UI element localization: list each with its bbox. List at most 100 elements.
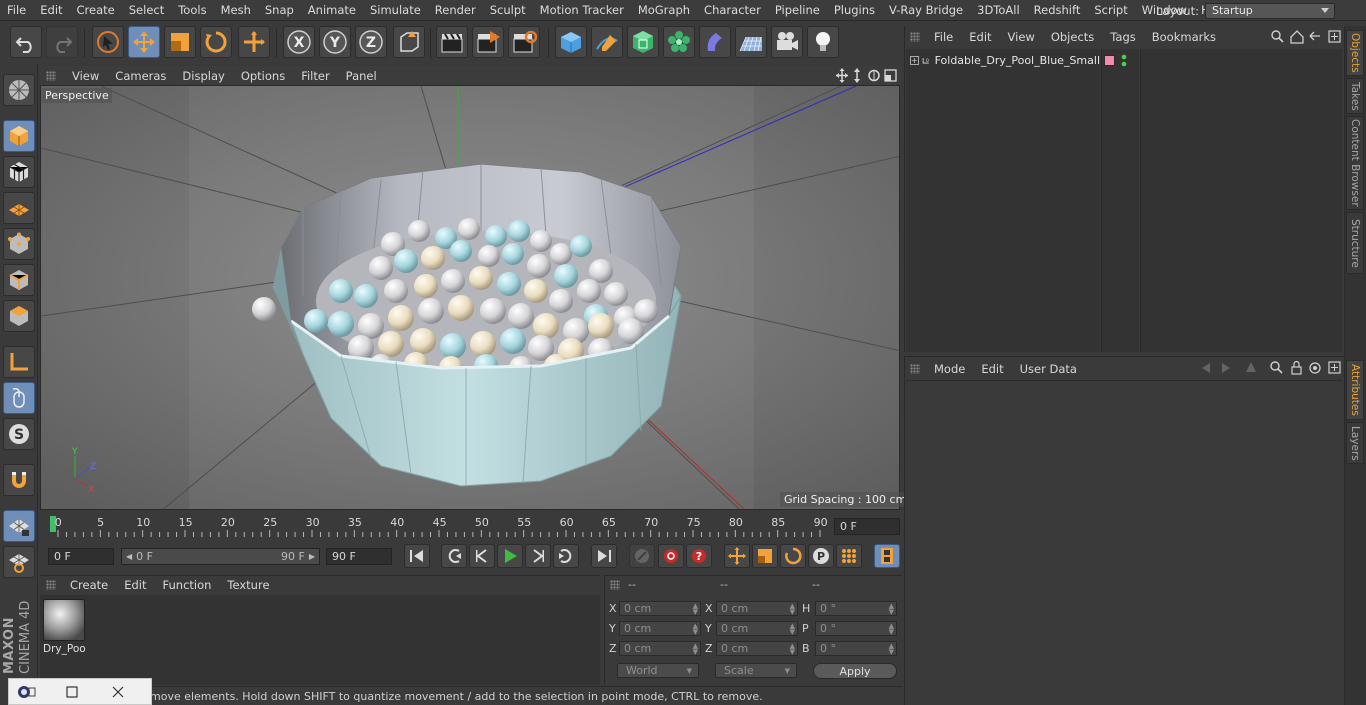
lock-icon[interactable]	[1291, 360, 1302, 375]
menu-motion-tracker[interactable]: Motion Tracker	[533, 3, 631, 17]
x-axis-lock-button[interactable]: X	[283, 26, 315, 58]
maximize-icon[interactable]	[65, 685, 79, 699]
search-icon[interactable]	[1271, 30, 1284, 43]
objects-menu-objects[interactable]: Objects	[1043, 30, 1102, 44]
home-icon[interactable]	[1290, 30, 1304, 44]
close-icon[interactable]	[111, 685, 125, 699]
tab-structure[interactable]: Structure	[1346, 212, 1364, 274]
pos-y-field[interactable]: 0 cm ▲ ▼	[619, 621, 701, 636]
texture-mode-button[interactable]	[3, 156, 35, 188]
solo-mode-button[interactable]: S	[3, 418, 35, 450]
make-editable-button[interactable]	[3, 74, 35, 106]
model-mode-button[interactable]	[3, 120, 35, 152]
menu-redshift[interactable]: Redshift	[1027, 3, 1088, 17]
keyframe-selection-button[interactable]: ?	[686, 544, 712, 568]
camera-button[interactable]	[771, 26, 803, 58]
live-selection-button[interactable]	[92, 26, 124, 58]
menu-pipeline[interactable]: Pipeline	[768, 3, 827, 17]
pos-z-field[interactable]: 0 cm ▲ ▼	[619, 641, 701, 656]
tab-takes[interactable]: Takes	[1346, 78, 1364, 114]
locked-workplane-button[interactable]	[3, 546, 35, 578]
attributes-menu-user-data[interactable]: User Data	[1012, 362, 1085, 376]
objects-menu-file[interactable]: File	[926, 30, 961, 44]
tab-layers[interactable]: Layers	[1346, 422, 1364, 464]
autokey-button[interactable]	[658, 544, 684, 568]
cloner-button[interactable]	[663, 26, 695, 58]
axis-mode-button[interactable]	[3, 346, 35, 378]
expand-toggle-icon[interactable]: +	[910, 55, 919, 65]
menu-script[interactable]: Script	[1087, 3, 1134, 17]
tab-attributes[interactable]: Attributes	[1346, 360, 1364, 420]
spinner-icon[interactable]: ▲ ▼	[693, 643, 698, 656]
pos-x-field[interactable]: 0 cm ▲ ▼	[619, 601, 701, 616]
record-scale-button[interactable]	[752, 544, 778, 568]
next-frame-button[interactable]	[525, 544, 551, 568]
record-keys-button[interactable]	[629, 544, 655, 568]
pen-spline-button[interactable]	[591, 26, 623, 58]
panel-grip-icon[interactable]	[910, 31, 920, 42]
viewport-menu-panel[interactable]: Panel	[338, 69, 385, 83]
up-arrow-icon[interactable]	[1246, 362, 1256, 372]
coordinate-space-dropdown[interactable]: World ▼	[617, 663, 699, 678]
size-x-field[interactable]: 0 cm ▲ ▼	[716, 601, 798, 616]
menu-file[interactable]: File	[0, 3, 33, 17]
material-menu-create[interactable]: Create	[62, 578, 116, 592]
render-settings-button[interactable]	[508, 26, 540, 58]
record-rotation-button[interactable]	[780, 544, 806, 568]
material-swatch[interactable]	[43, 599, 85, 641]
record-point-level-button[interactable]	[836, 544, 862, 568]
snapping-button[interactable]	[3, 464, 35, 496]
objects-menu-bookmarks[interactable]: Bookmarks	[1144, 30, 1224, 44]
size-y-field[interactable]: 0 cm ▲ ▼	[716, 621, 798, 636]
menu-character[interactable]: Character	[697, 3, 768, 17]
previous-keyframe-button[interactable]	[441, 544, 467, 568]
menu-sculpt[interactable]: Sculpt	[483, 3, 533, 17]
target-icon[interactable]	[1309, 362, 1321, 374]
size-mode-dropdown[interactable]: Scale ▼	[715, 663, 797, 678]
attributes-menu-edit[interactable]: Edit	[973, 362, 1011, 376]
current-frame-field[interactable]: 0 F	[834, 518, 900, 535]
go-to-end-button[interactable]	[591, 544, 617, 568]
material-menu-edit[interactable]: Edit	[116, 578, 154, 592]
objects-menu-edit[interactable]: Edit	[961, 30, 999, 44]
material-name[interactable]: Dry_Poo	[43, 643, 87, 655]
viewport-menu-view[interactable]: View	[64, 69, 107, 83]
move-tool-button[interactable]	[128, 26, 160, 58]
panel-grip-icon[interactable]	[46, 580, 56, 590]
tab-content-browser[interactable]: Content Browser	[1346, 116, 1364, 210]
scale-tool-button[interactable]	[164, 26, 196, 58]
workplane-lock-button[interactable]	[3, 510, 35, 542]
edges-mode-button[interactable]	[3, 264, 35, 296]
size-z-field[interactable]: 0 cm ▲ ▼	[716, 641, 798, 656]
polygons-mode-button[interactable]	[3, 300, 35, 332]
menu-tools[interactable]: Tools	[171, 3, 213, 17]
menu-vray-bridge[interactable]: V-Ray Bridge	[882, 3, 970, 17]
render-view-button[interactable]	[436, 26, 468, 58]
floor-scene-button[interactable]	[735, 26, 767, 58]
new-panel-icon[interactable]	[1328, 30, 1341, 43]
record-position-button[interactable]	[724, 544, 750, 568]
menu-select[interactable]: Select	[122, 3, 171, 17]
objects-menu-tags[interactable]: Tags	[1102, 30, 1143, 44]
panel-grip-icon[interactable]	[46, 70, 56, 81]
subdivision-surface-button[interactable]	[627, 26, 659, 58]
frame-range-slider[interactable]: ◀ 0 F 90 F ▶	[121, 548, 320, 565]
attributes-menu-mode[interactable]: Mode	[926, 362, 973, 376]
go-to-start-button[interactable]	[404, 544, 430, 568]
viewport-menu-filter[interactable]: Filter	[293, 69, 337, 83]
pan-view-icon[interactable]	[836, 68, 848, 83]
menu-create[interactable]: Create	[70, 3, 122, 17]
cinema4d-app-icon[interactable]	[17, 685, 37, 699]
transform-tool-button[interactable]	[238, 26, 270, 58]
menu-snap[interactable]: Snap	[258, 3, 301, 17]
material-menu-function[interactable]: Function	[155, 578, 220, 592]
start-frame-field[interactable]: 0 F	[48, 548, 114, 565]
undo-button[interactable]	[10, 26, 42, 58]
timeline-window-button[interactable]	[874, 544, 900, 568]
forward-arrow-icon[interactable]	[1222, 363, 1230, 373]
spinner-icon[interactable]: ▲ ▼	[790, 623, 795, 636]
workplane-mode-button[interactable]	[3, 192, 35, 224]
zoom-view-icon[interactable]	[854, 68, 860, 83]
visibility-dots-icon[interactable]	[1120, 53, 1128, 68]
tweak-mode-button[interactable]	[3, 382, 35, 414]
